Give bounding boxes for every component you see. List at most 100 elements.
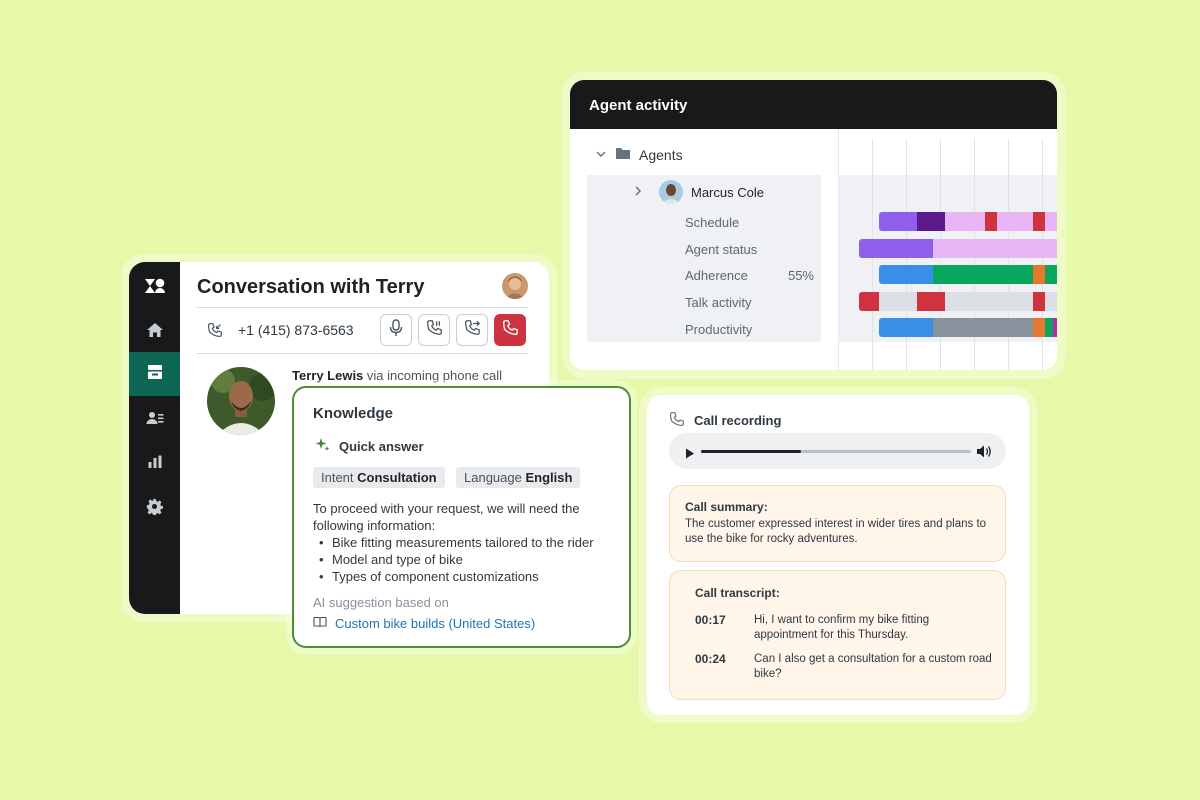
timeline-segment [933, 239, 1057, 258]
contacts-icon[interactable] [129, 396, 180, 440]
audio-player [669, 433, 1006, 469]
metric-adherence: Adherence [685, 268, 748, 283]
agents-group-toggle[interactable]: Agents [595, 147, 683, 163]
list-item: Types of component customizations [313, 568, 618, 585]
tag-key: Intent [321, 470, 354, 485]
timeline-segment [1045, 212, 1057, 231]
chevron-down-icon [595, 147, 607, 163]
avatar[interactable] [502, 273, 528, 299]
ai-suggestion-note: AI suggestion based on [313, 595, 449, 610]
agent-activity-header: Agent activity [570, 80, 1057, 129]
tag-key: Language [464, 470, 522, 485]
book-icon [313, 616, 327, 631]
metric-schedule: Schedule [685, 215, 740, 230]
timeline-segment [1045, 292, 1057, 311]
call-controls: +1 (415) 873-6563 [197, 307, 528, 354]
folder-icon [615, 147, 631, 163]
language-tag: Language English [456, 467, 581, 488]
agent-name: Marcus Cole [691, 184, 764, 200]
agents-group-label: Agents [639, 147, 683, 163]
transcript-text: Hi, I want to confirm my bike fitting ap… [754, 614, 930, 641]
tag-value: English [525, 470, 573, 485]
timeline-segment [859, 239, 933, 258]
call-transcript-heading: Call transcript: [695, 586, 780, 600]
timeline-segment [945, 212, 985, 231]
timeline-segment [1033, 318, 1045, 337]
list-item: Bike fitting measurements tailored to th… [313, 534, 618, 551]
transfer-button[interactable] [456, 314, 488, 346]
metric-talk-activity: Talk activity [685, 295, 752, 310]
timeline-segment [917, 212, 945, 231]
intent-tag: Intent Consultation [313, 467, 445, 488]
volume-icon[interactable] [976, 444, 993, 464]
call-recording-title: Call recording [694, 413, 782, 428]
hold-icon [425, 319, 443, 342]
timeline-segment [1033, 212, 1045, 231]
chevron-right-icon [633, 185, 643, 200]
quick-answer-header: Quick answer [315, 437, 424, 455]
timeline-segment [945, 292, 1033, 311]
source-article-label: Custom bike builds (United States) [335, 616, 536, 631]
transcript-time: 00:24 [695, 652, 726, 666]
caller-avatar [207, 367, 275, 435]
sidebar [129, 262, 180, 614]
microphone-icon [389, 318, 403, 342]
phone-incoming-icon [206, 322, 223, 344]
agent-activity-title: Agent activity [589, 97, 688, 114]
quick-answer-label: Quick answer [339, 438, 424, 454]
call-summary-card: Call summary: The customer expressed int… [669, 485, 1006, 562]
audio-progress-fill [701, 450, 801, 453]
timeline-segment [997, 212, 1033, 231]
timeline-segment [879, 212, 917, 231]
timeline-segment [1045, 265, 1057, 284]
transfer-icon [463, 319, 481, 342]
hold-button[interactable] [418, 314, 450, 346]
gear-icon[interactable] [129, 484, 180, 528]
play-icon[interactable] [685, 446, 695, 464]
answer-list: Bike fitting measurements tailored to th… [313, 534, 618, 585]
timeline-segment [985, 212, 997, 231]
answer-intro: To proceed with your request, we will ne… [313, 501, 580, 533]
knowledge-answer: To proceed with your request, we will ne… [313, 500, 618, 585]
home-icon[interactable] [129, 308, 180, 352]
mute-button[interactable] [380, 314, 412, 346]
call-summary-heading: Call summary: [685, 500, 768, 514]
agent-activity-panel: Agent activity Agents Marcus Cole Schedu… [570, 80, 1057, 370]
phone-number: +1 (415) 873-6563 [238, 322, 354, 338]
end-call-icon [501, 319, 519, 342]
timeline-segment [879, 265, 933, 284]
knowledge-panel: Knowledge Quick answer Intent Consultati… [292, 386, 631, 648]
timeline-segment [879, 318, 933, 337]
phone-icon [668, 411, 685, 433]
adherence-value: 55% [787, 268, 814, 283]
timeline-segment [1033, 265, 1045, 284]
timeline-segment [879, 292, 917, 311]
inbox-icon [147, 364, 163, 385]
agent-avatar [659, 180, 683, 204]
audio-progress-track[interactable] [701, 450, 971, 453]
list-item: Model and type of bike [313, 551, 618, 568]
call-summary-text: The customer expressed interest in wider… [685, 518, 987, 545]
sparkle-icon [315, 437, 330, 455]
transcript-text: Can I also get a consultation for a cust… [754, 653, 992, 680]
call-transcript-card: Call transcript: 00:17 Hi, I want to con… [669, 570, 1006, 700]
zendesk-logo-icon[interactable] [129, 264, 180, 308]
metric-productivity: Productivity [685, 322, 753, 337]
bar-chart-icon[interactable] [129, 440, 180, 484]
knowledge-title: Knowledge [313, 405, 394, 422]
end-call-button[interactable] [494, 314, 526, 346]
timeline-segment [933, 318, 1033, 337]
timeline-segment [933, 265, 1033, 284]
tag-value: Consultation [357, 470, 437, 485]
timeline-segment [1053, 318, 1057, 337]
timeline-segment [859, 292, 879, 311]
metric-agent-status: Agent status [685, 242, 758, 257]
source-article-link[interactable]: Custom bike builds (United States) [313, 616, 535, 631]
transcript-time: 00:17 [695, 613, 726, 627]
call-recording-panel: Call recording Call summary: The custome… [647, 395, 1029, 715]
sidebar-item-tickets[interactable] [129, 352, 180, 396]
timeline-segment [917, 292, 945, 311]
activity-timeline [838, 129, 1057, 370]
agent-metrics-list: Marcus Cole Schedule Agent status Adhere… [587, 175, 821, 342]
agent-row-marcus-cole[interactable]: Marcus Cole [633, 180, 764, 204]
